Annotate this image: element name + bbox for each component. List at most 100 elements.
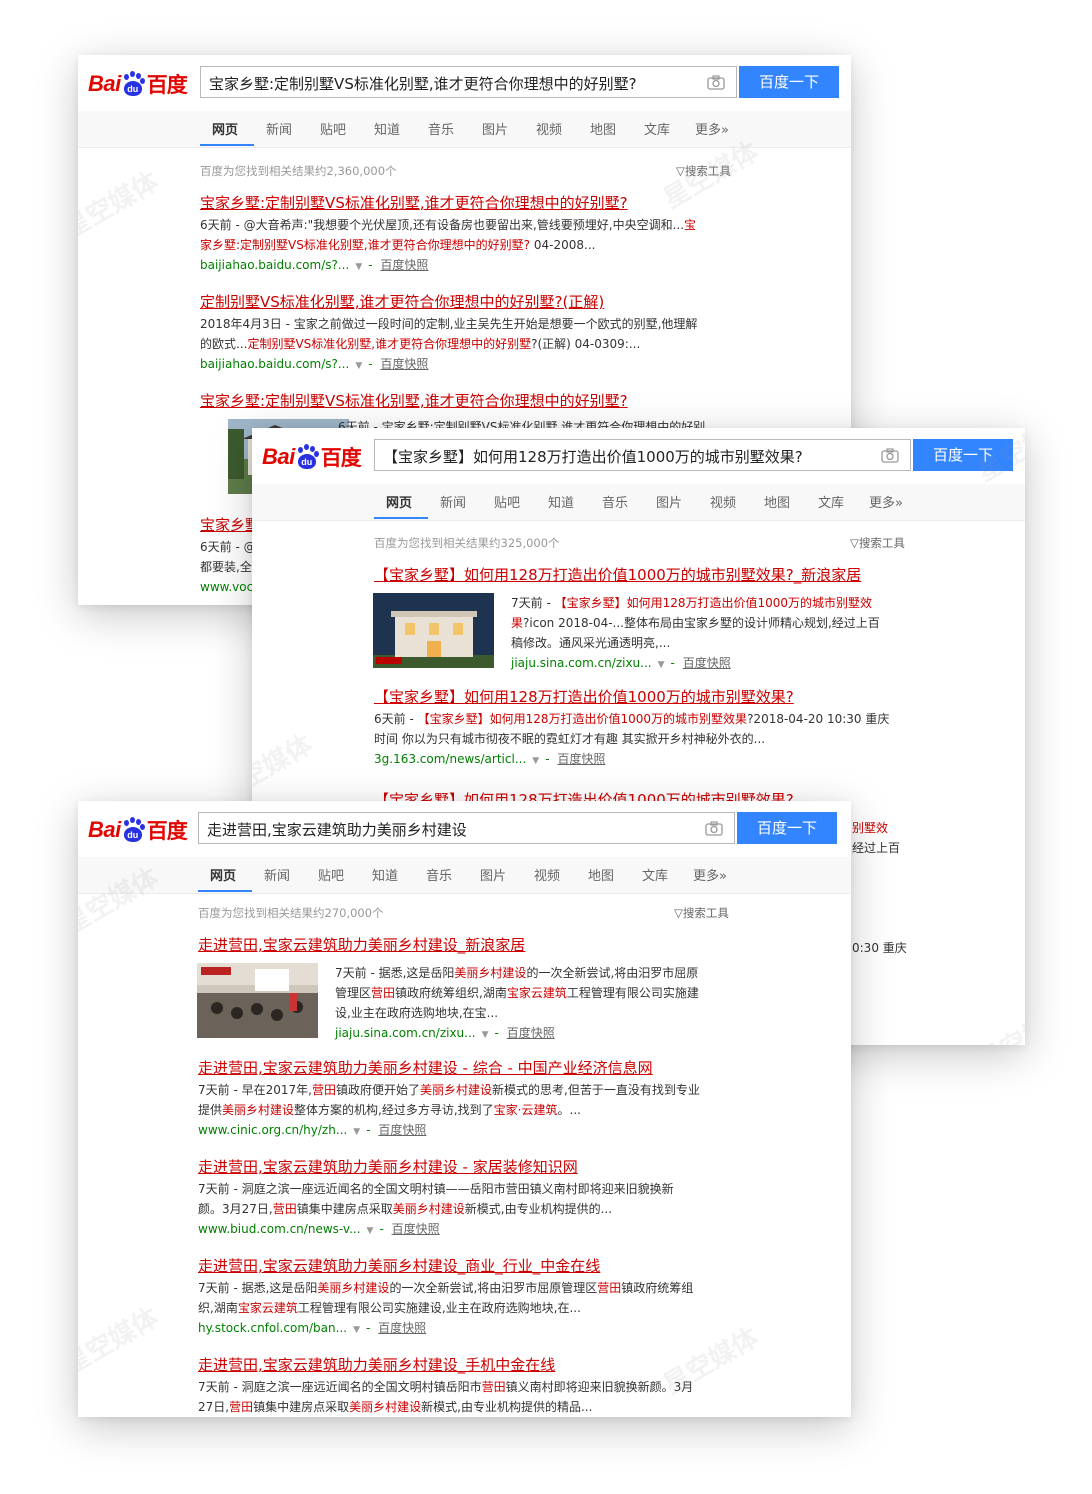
search-query[interactable]: 走进营田,宝家云建筑助力美丽乡村建设	[207, 819, 467, 840]
filter-icon: ▽	[676, 164, 685, 178]
result-url[interactable]: www.biud.com.cn/news-v... ▼ - 百度快照	[198, 1220, 738, 1240]
tab-video[interactable]: 视频	[536, 119, 562, 138]
tab-web[interactable]: 网页	[386, 492, 412, 511]
result-abstract: 7天前 - 据悉,这是岳阳美丽乡村建设的一次全新尝试,将由汨罗市屈原管理区营田镇…	[335, 961, 745, 1044]
search-input[interactable]: 宝家乡墅:定制别墅VS标准化别墅,谁才更符合你理想中的好别墅?	[200, 66, 737, 98]
search-input[interactable]: 【宝家乡墅】如何用128万打造出价值1000万的城市别墅效果?	[374, 439, 911, 471]
result-url[interactable]: jiaju.sina.com.cn/zixu... ▼ - 百度快照	[511, 654, 911, 674]
tab-map[interactable]: 地图	[590, 119, 616, 138]
result-title[interactable]: 走进营田,宝家云建筑助力美丽乡村建设_新浪家居	[198, 935, 738, 955]
tab-web[interactable]: 网页	[212, 119, 238, 138]
search-query[interactable]: 【宝家乡墅】如何用128万打造出价值1000万的城市别墅效果?	[383, 446, 803, 467]
tab-zhidao[interactable]: 知道	[374, 119, 400, 138]
result-abstract: 7天前 - 洞庭之滨一座远近闻名的全国文明村镇岳阳市营田镇义南村即将迎来旧貌换新…	[198, 1380, 694, 1414]
header: Bai du 百度 宝家乡墅:定制别墅VS标准化别墅,谁才更符合你理想中的好别墅…	[78, 55, 851, 111]
camera-icon[interactable]	[880, 446, 900, 466]
result-title[interactable]: 宝家乡墅:定制别墅VS标准化别墅,谁才更符合你理想中的好别墅?	[200, 391, 740, 411]
result-abstract: 7天前 - 据悉,这是岳阳美丽乡村建设的一次全新尝试,将由汨罗市屈原管理区营田镇…	[198, 1281, 694, 1315]
result-url[interactable]: jiaju.sina.com.cn/zixu... ▼ - 百度快照	[335, 1024, 745, 1044]
search-button[interactable]: 百度一下	[913, 439, 1013, 471]
dropdown-arrow-icon: ▼	[355, 262, 363, 272]
cache-link[interactable]: 百度快照	[507, 1026, 555, 1040]
result-item: 走进营田,宝家云建筑助力美丽乡村建设_商业_行业_中金在线 7天前 - 据悉,这…	[198, 1256, 738, 1339]
result-url[interactable]: baijiahao.baidu.com/s?... ▼ - 百度快照	[200, 256, 740, 276]
result-thumbnail[interactable]	[197, 963, 318, 1038]
search-tools[interactable]: ▽搜索工具	[850, 535, 905, 551]
logo-text: Bai	[262, 444, 295, 469]
tab-more[interactable]: 更多»	[693, 865, 727, 884]
tab-tieba[interactable]: 贴吧	[494, 492, 520, 511]
search-button[interactable]: 百度一下	[737, 812, 837, 844]
result-url[interactable]: www.cinic.org.cn/hy/zh... ▼ - 百度快照	[198, 1121, 738, 1141]
tab-tieba[interactable]: 贴吧	[318, 865, 344, 884]
result-title[interactable]: 定制别墅VS标准化别墅,谁才更符合你理想中的好别墅?(正解)	[200, 292, 740, 312]
result-item: 定制别墅VS标准化别墅,谁才更符合你理想中的好别墅?(正解) 2018年4月3日…	[200, 292, 740, 375]
result-abstract: 6天前 - 【宝家乡墅】如何用128万打造出价值1000万的城市别墅效果?201…	[374, 712, 890, 746]
baidu-logo[interactable]: Bai du 百度	[262, 442, 362, 472]
search-tools[interactable]: ▽搜索工具	[676, 163, 731, 179]
header: Bai du 百度 走进营田,宝家云建筑助力美丽乡村建设 百度一下	[78, 801, 851, 857]
result-title[interactable]: 走进营田,宝家云建筑助力美丽乡村建设 - 家居装修知识网	[198, 1157, 738, 1177]
search-query[interactable]: 宝家乡墅:定制别墅VS标准化别墅,谁才更符合你理想中的好别墅?	[209, 73, 637, 94]
result-title[interactable]: 【宝家乡墅】如何用128万打造出价值1000万的城市别墅效果?	[374, 687, 914, 707]
tab-news[interactable]: 新闻	[440, 492, 466, 511]
dropdown-arrow-icon: ▼	[353, 1127, 361, 1137]
tab-more[interactable]: 更多»	[869, 492, 903, 511]
tab-images[interactable]: 图片	[482, 119, 508, 138]
cache-link[interactable]: 百度快照	[557, 752, 605, 766]
result-title[interactable]: 走进营田,宝家云建筑助力美丽乡村建设 - 综合 - 中国产业经济信息网	[198, 1058, 738, 1078]
result-title[interactable]: 【宝家乡墅】如何用128万打造出价值1000万的城市别墅效果?_新浪家居	[374, 565, 914, 585]
tab-images[interactable]: 图片	[656, 492, 682, 511]
camera-icon[interactable]	[706, 73, 726, 93]
search-tools[interactable]: ▽搜索工具	[674, 905, 729, 921]
baidu-logo[interactable]: Bai du 百度	[88, 815, 188, 845]
tab-wenku[interactable]: 文库	[644, 119, 670, 138]
tab-map[interactable]: 地图	[764, 492, 790, 511]
tab-more[interactable]: 更多»	[695, 119, 729, 138]
tab-video[interactable]: 视频	[534, 865, 560, 884]
tab-wenku[interactable]: 文库	[818, 492, 844, 511]
result-abstract: 7天前 - 早在2017年,营田镇政府便开始了美丽乡村建设新模式的思考,但苦于一…	[198, 1083, 700, 1117]
cache-link[interactable]: 百度快照	[380, 357, 428, 371]
tab-tieba[interactable]: 贴吧	[320, 119, 346, 138]
tab-map[interactable]: 地图	[588, 865, 614, 884]
dropdown-arrow-icon: ▼	[355, 361, 363, 371]
result-title[interactable]: 走进营田,宝家云建筑助力美丽乡村建设_商业_行业_中金在线	[198, 1256, 738, 1276]
dropdown-arrow-icon: ▼	[366, 1226, 374, 1236]
result-abstract: 7天前 - 洞庭之滨一座远近闻名的全国文明村镇——岳阳市营田镇义南村即将迎来旧貌…	[198, 1182, 674, 1216]
tab-zhidao[interactable]: 知道	[548, 492, 574, 511]
camera-icon[interactable]	[704, 819, 724, 839]
baidu-logo[interactable]: Bai du 百度	[88, 69, 188, 99]
tab-news[interactable]: 新闻	[264, 865, 290, 884]
result-title[interactable]: 宝家乡墅:定制别墅VS标准化别墅,谁才更符合你理想中的好别墅?	[200, 193, 740, 213]
result-url[interactable]: hy.stock.cnfol.com/ban... ▼ - 百度快照	[198, 1319, 738, 1339]
tab-music[interactable]: 音乐	[602, 492, 628, 511]
tab-web[interactable]: 网页	[210, 865, 236, 884]
result-abstract: 6天前 - @大音希声:"我想要个光伏屋顶,还有设备房也要留出来,管线要预埋好,…	[200, 218, 697, 252]
tab-news[interactable]: 新闻	[266, 119, 292, 138]
result-thumbnail[interactable]	[373, 593, 494, 668]
search-input[interactable]: 走进营田,宝家云建筑助力美丽乡村建设	[198, 812, 735, 844]
cache-link[interactable]: 百度快照	[378, 1123, 426, 1137]
filter-icon: ▽	[850, 536, 859, 550]
cache-link[interactable]: 百度快照	[378, 1321, 426, 1335]
watermark: 星空媒体	[78, 1302, 164, 1381]
result-count: 百度为您找到相关结果约270,000个	[198, 906, 384, 920]
cache-link[interactable]: 百度快照	[380, 258, 428, 272]
tab-video[interactable]: 视频	[710, 492, 736, 511]
tab-wenku[interactable]: 文库	[642, 865, 668, 884]
search-button[interactable]: 百度一下	[739, 66, 839, 98]
dropdown-arrow-icon: ▼	[481, 1030, 489, 1040]
cache-link[interactable]: 百度快照	[392, 1222, 440, 1236]
tab-images[interactable]: 图片	[480, 865, 506, 884]
cache-link[interactable]: 百度快照	[683, 656, 731, 670]
tab-music[interactable]: 音乐	[426, 865, 452, 884]
result-item: 宝家乡墅:定制别墅VS标准化别墅,谁才更符合你理想中的好别墅? 6天前 - @大…	[200, 193, 740, 276]
tab-zhidao[interactable]: 知道	[372, 865, 398, 884]
paw-icon: du	[296, 444, 319, 470]
result-title[interactable]: 走进营田,宝家云建筑助力美丽乡村建设_手机中金在线	[198, 1355, 738, 1375]
result-url[interactable]: 3g.163.com/news/articl... ▼ - 百度快照	[374, 750, 914, 770]
tab-music[interactable]: 音乐	[428, 119, 454, 138]
watermark: 星空媒体	[972, 999, 1025, 1045]
result-url[interactable]: baijiahao.baidu.com/s?... ▼ - 百度快照	[200, 355, 740, 375]
